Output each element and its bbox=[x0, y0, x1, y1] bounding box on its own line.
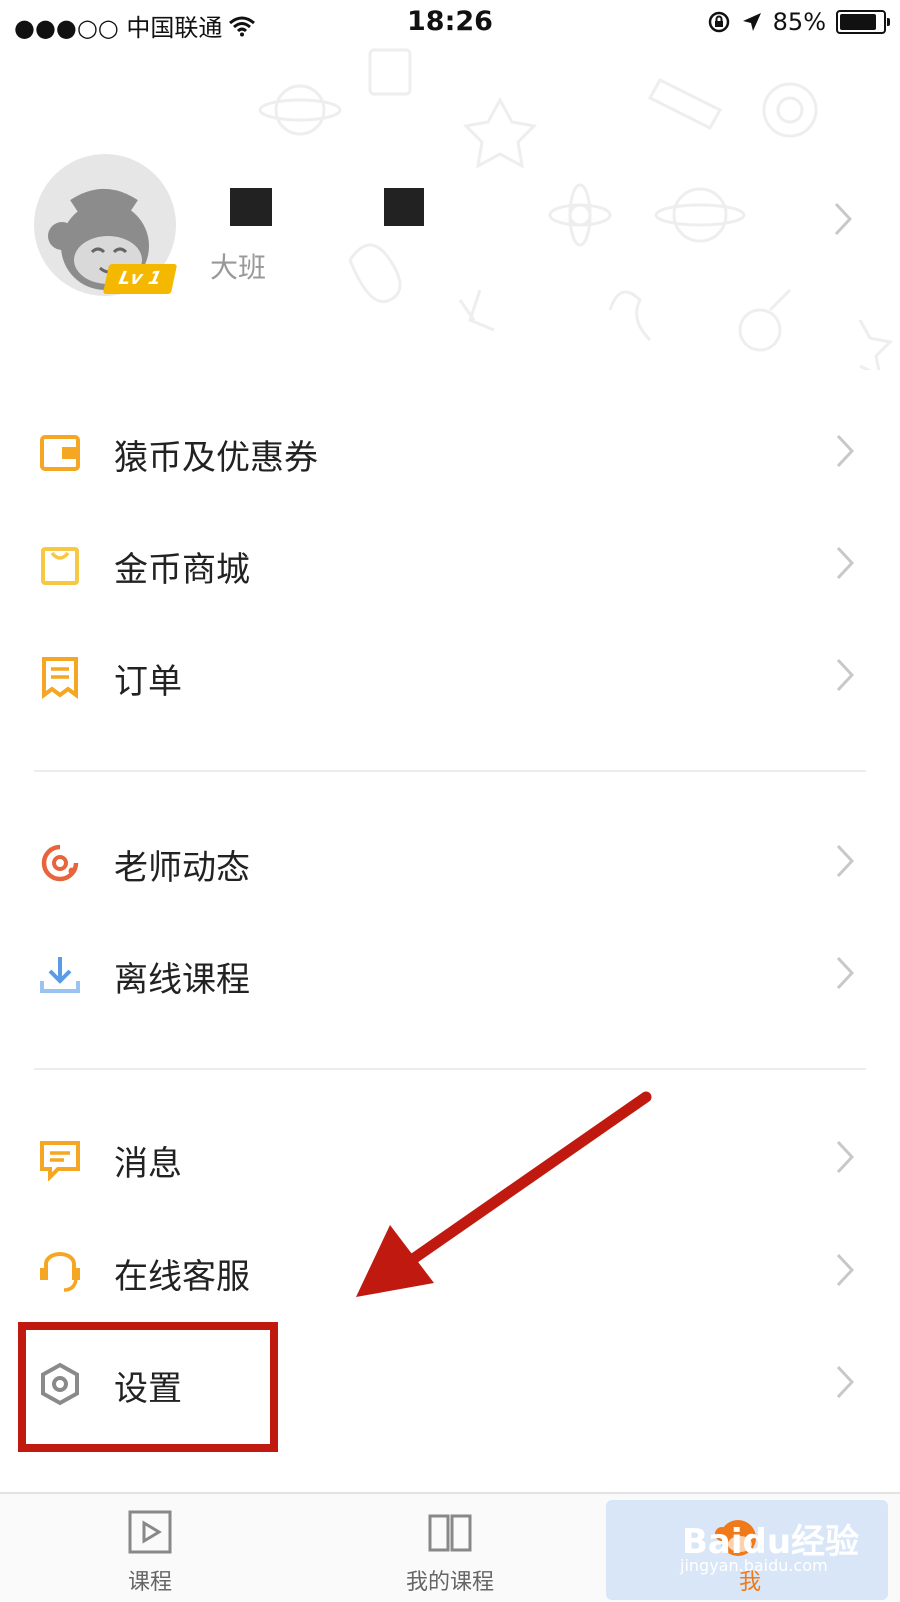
teacher-feed-icon bbox=[41, 844, 79, 882]
location-arrow-icon bbox=[742, 13, 761, 31]
menu-label: 在线客服 bbox=[114, 1257, 250, 1297]
menu-item-coin-mall[interactable]: 金币商城 bbox=[0, 508, 900, 620]
shopping-bag-icon bbox=[41, 547, 79, 585]
tab-my-courses[interactable]: 我的课程 bbox=[300, 1494, 600, 1602]
chevron-right-icon bbox=[836, 956, 854, 990]
status-right-group: 85% bbox=[707, 8, 890, 36]
book-icon bbox=[428, 1514, 472, 1552]
battery-percent: 85% bbox=[772, 8, 826, 36]
annotation-highlight-box bbox=[18, 1322, 278, 1452]
battery-icon bbox=[836, 10, 890, 34]
menu-label: 订单 bbox=[114, 662, 182, 702]
menu-label: 金币商城 bbox=[114, 550, 250, 590]
receipt-icon bbox=[42, 657, 78, 699]
section-divider bbox=[34, 770, 866, 772]
menu-label: 老师动态 bbox=[114, 848, 250, 888]
tab-bar: 课程 我的课程 Baidu经验 jingyan.baidu.com 我 bbox=[0, 1492, 900, 1602]
chevron-right-icon bbox=[836, 658, 854, 692]
tab-me[interactable]: Baidu经验 jingyan.baidu.com 我 bbox=[600, 1494, 900, 1602]
tab-label: 我 bbox=[738, 1570, 761, 1595]
tab-label: 我的课程 bbox=[405, 1570, 494, 1595]
chevron-right-icon bbox=[836, 1253, 854, 1287]
menu-item-coins-coupons[interactable]: 猿币及优惠券 bbox=[0, 396, 900, 508]
menu-item-teacher-feed[interactable]: 老师动态 bbox=[0, 806, 900, 918]
annotation-arrow bbox=[356, 1091, 652, 1297]
rotation-lock-icon bbox=[708, 11, 729, 33]
download-icon bbox=[40, 957, 80, 993]
chevron-right-icon bbox=[836, 1365, 854, 1399]
chevron-right-icon bbox=[836, 434, 854, 468]
headset-icon bbox=[40, 1252, 80, 1292]
wallet-icon bbox=[40, 435, 80, 471]
redacted-name-block bbox=[384, 188, 424, 226]
status-bar: ●●●○○ 中国联通 18:26 85% bbox=[0, 0, 900, 46]
section-divider bbox=[34, 1068, 866, 1070]
menu-item-offline-courses[interactable]: 离线课程 bbox=[0, 918, 900, 1030]
chevron-right-icon bbox=[836, 546, 854, 580]
menu-item-orders[interactable]: 订单 bbox=[0, 620, 900, 732]
profile-header[interactable]: Lv 1 大班 bbox=[0, 150, 900, 320]
chevron-right-icon bbox=[836, 844, 854, 878]
play-icon bbox=[128, 1510, 172, 1554]
tab-courses[interactable]: 课程 bbox=[0, 1494, 300, 1602]
redacted-name-block bbox=[230, 188, 272, 226]
chevron-right-icon bbox=[836, 1140, 854, 1174]
menu-label: 离线课程 bbox=[114, 960, 250, 1000]
chevron-right-icon bbox=[834, 202, 852, 236]
menu-label: 猿币及优惠券 bbox=[114, 438, 318, 478]
grade-label: 大班 bbox=[210, 251, 267, 284]
message-icon bbox=[40, 1141, 80, 1181]
tab-label: 课程 bbox=[127, 1570, 172, 1595]
menu-label: 消息 bbox=[114, 1144, 182, 1184]
level-badge: Lv 1 bbox=[102, 264, 178, 294]
